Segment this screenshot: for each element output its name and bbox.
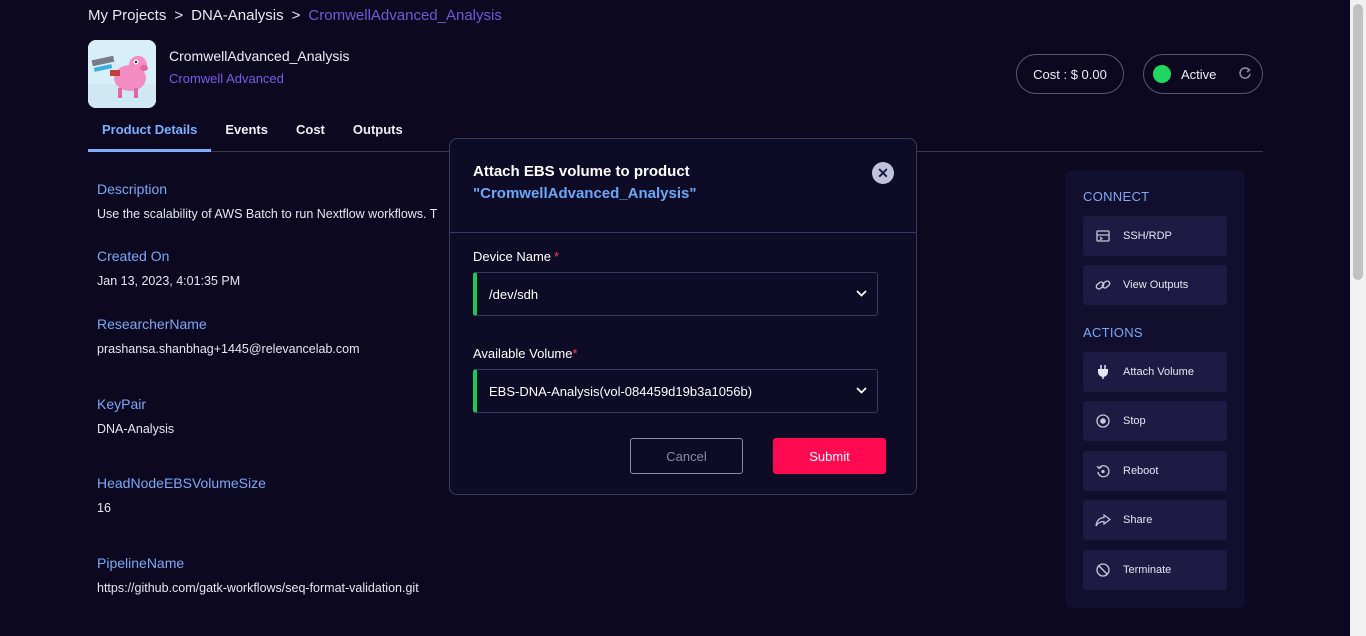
device-name-value: /dev/sdh (489, 286, 539, 302)
available-volume-select[interactable]: EBS-DNA-Analysis(vol-084459d19b3a1056b) (473, 369, 878, 413)
available-volume-value: EBS-DNA-Analysis(vol-084459d19b3a1056b) (489, 383, 753, 399)
chevron-down-icon (856, 288, 867, 300)
actions-heading: ACTIONS (1083, 325, 1143, 340)
plug-icon (1095, 364, 1111, 380)
connect-heading: CONNECT (1083, 189, 1150, 204)
attach-volume-button[interactable]: Attach Volume (1083, 352, 1227, 392)
terminate-icon (1095, 562, 1111, 578)
modal-divider (450, 232, 916, 233)
tab-outputs[interactable]: Outputs (339, 114, 417, 152)
description-value: Use the scalability of AWS Batch to run … (97, 207, 438, 221)
tab-product-details[interactable]: Product Details (88, 114, 212, 152)
product-title: CromwellAdvanced_Analysis (169, 48, 350, 64)
available-volume-label: Available Volume* (473, 346, 578, 361)
pipeline-name-label: PipelineName (97, 555, 185, 571)
cancel-button[interactable]: Cancel (630, 438, 743, 474)
modal-title: Attach EBS volume to product (473, 163, 690, 180)
view-outputs-label: View Outputs (1123, 279, 1189, 291)
pig-robot-logo-icon (88, 40, 156, 108)
stop-button[interactable]: Stop (1083, 401, 1227, 441)
reboot-label: Reboot (1123, 465, 1159, 477)
breadcrumb-my-projects[interactable]: My Projects (88, 7, 166, 24)
attach-volume-label: Attach Volume (1123, 366, 1194, 378)
share-label: Share (1123, 514, 1153, 526)
reboot-icon (1095, 463, 1111, 479)
breadcrumb-separator: > (291, 7, 301, 24)
breadcrumb-current: CromwellAdvanced_Analysis (308, 7, 502, 24)
device-name-label-text: Device Name (473, 249, 552, 264)
reboot-button[interactable]: Reboot (1083, 451, 1227, 491)
keypair-label: KeyPair (97, 396, 147, 412)
view-outputs-button[interactable]: View Outputs (1083, 265, 1227, 305)
stop-icon (1095, 413, 1111, 429)
required-marker: * (554, 249, 560, 264)
device-name-label: Device Name * (473, 249, 559, 264)
keypair-value: DNA-Analysis (97, 422, 175, 436)
ssh-rdp-button[interactable]: SSH/RDP (1083, 216, 1227, 256)
close-icon[interactable]: ✕ (872, 162, 894, 184)
cost-label: Cost : $ 0.00 (1033, 66, 1107, 82)
cost-badge: Cost : $ 0.00 (1016, 54, 1124, 94)
tab-cost[interactable]: Cost (282, 114, 339, 152)
modal-product-name: "CromwellAdvanced_Analysis" (473, 185, 697, 202)
product-subtitle: Cromwell Advanced (169, 71, 284, 86)
status-badge: Active (1143, 54, 1263, 94)
chevron-down-icon (856, 385, 867, 397)
product-logo (88, 40, 156, 108)
terminate-button[interactable]: Terminate (1083, 550, 1227, 590)
submit-button[interactable]: Submit (773, 438, 886, 474)
share-icon (1095, 512, 1111, 528)
created-on-label: Created On (97, 248, 170, 264)
headnode-ebs-label: HeadNodeEBSVolumeSize (97, 475, 266, 491)
researcher-name-value: prashansa.shanbhag+1445@relevancelab.com (97, 342, 360, 356)
available-volume-label-text: Available Volume (473, 346, 573, 361)
tab-events[interactable]: Events (211, 114, 282, 152)
description-label: Description (97, 181, 168, 197)
share-button[interactable]: Share (1083, 500, 1227, 540)
breadcrumb: My Projects > DNA-Analysis > CromwellAdv… (88, 7, 502, 24)
breadcrumb-project[interactable]: DNA-Analysis (191, 7, 284, 24)
status-indicator (1153, 65, 1171, 83)
terminate-label: Terminate (1123, 564, 1172, 576)
page-scrollbar[interactable] (1350, 0, 1366, 636)
created-on-value: Jan 13, 2023, 4:01:35 PM (97, 274, 241, 288)
headnode-ebs-value: 16 (97, 501, 111, 515)
device-name-select[interactable]: /dev/sdh (473, 272, 878, 316)
ssh-rdp-label: SSH/RDP (1123, 230, 1172, 242)
breadcrumb-separator: > (174, 7, 184, 24)
pipeline-name-value: https://github.com/gatk-workflows/seq-fo… (97, 581, 419, 595)
link-icon (1095, 277, 1111, 293)
researcher-name-label: ResearcherName (97, 316, 207, 332)
status-label: Active (1181, 66, 1217, 82)
required-marker: * (572, 346, 578, 361)
attach-ebs-modal: Attach EBS volume to product "CromwellAd… (449, 138, 917, 495)
terminal-icon (1095, 228, 1111, 244)
refresh-icon[interactable] (1238, 66, 1252, 83)
scrollbar-thumb[interactable] (1353, 4, 1363, 280)
stop-label: Stop (1123, 415, 1146, 427)
